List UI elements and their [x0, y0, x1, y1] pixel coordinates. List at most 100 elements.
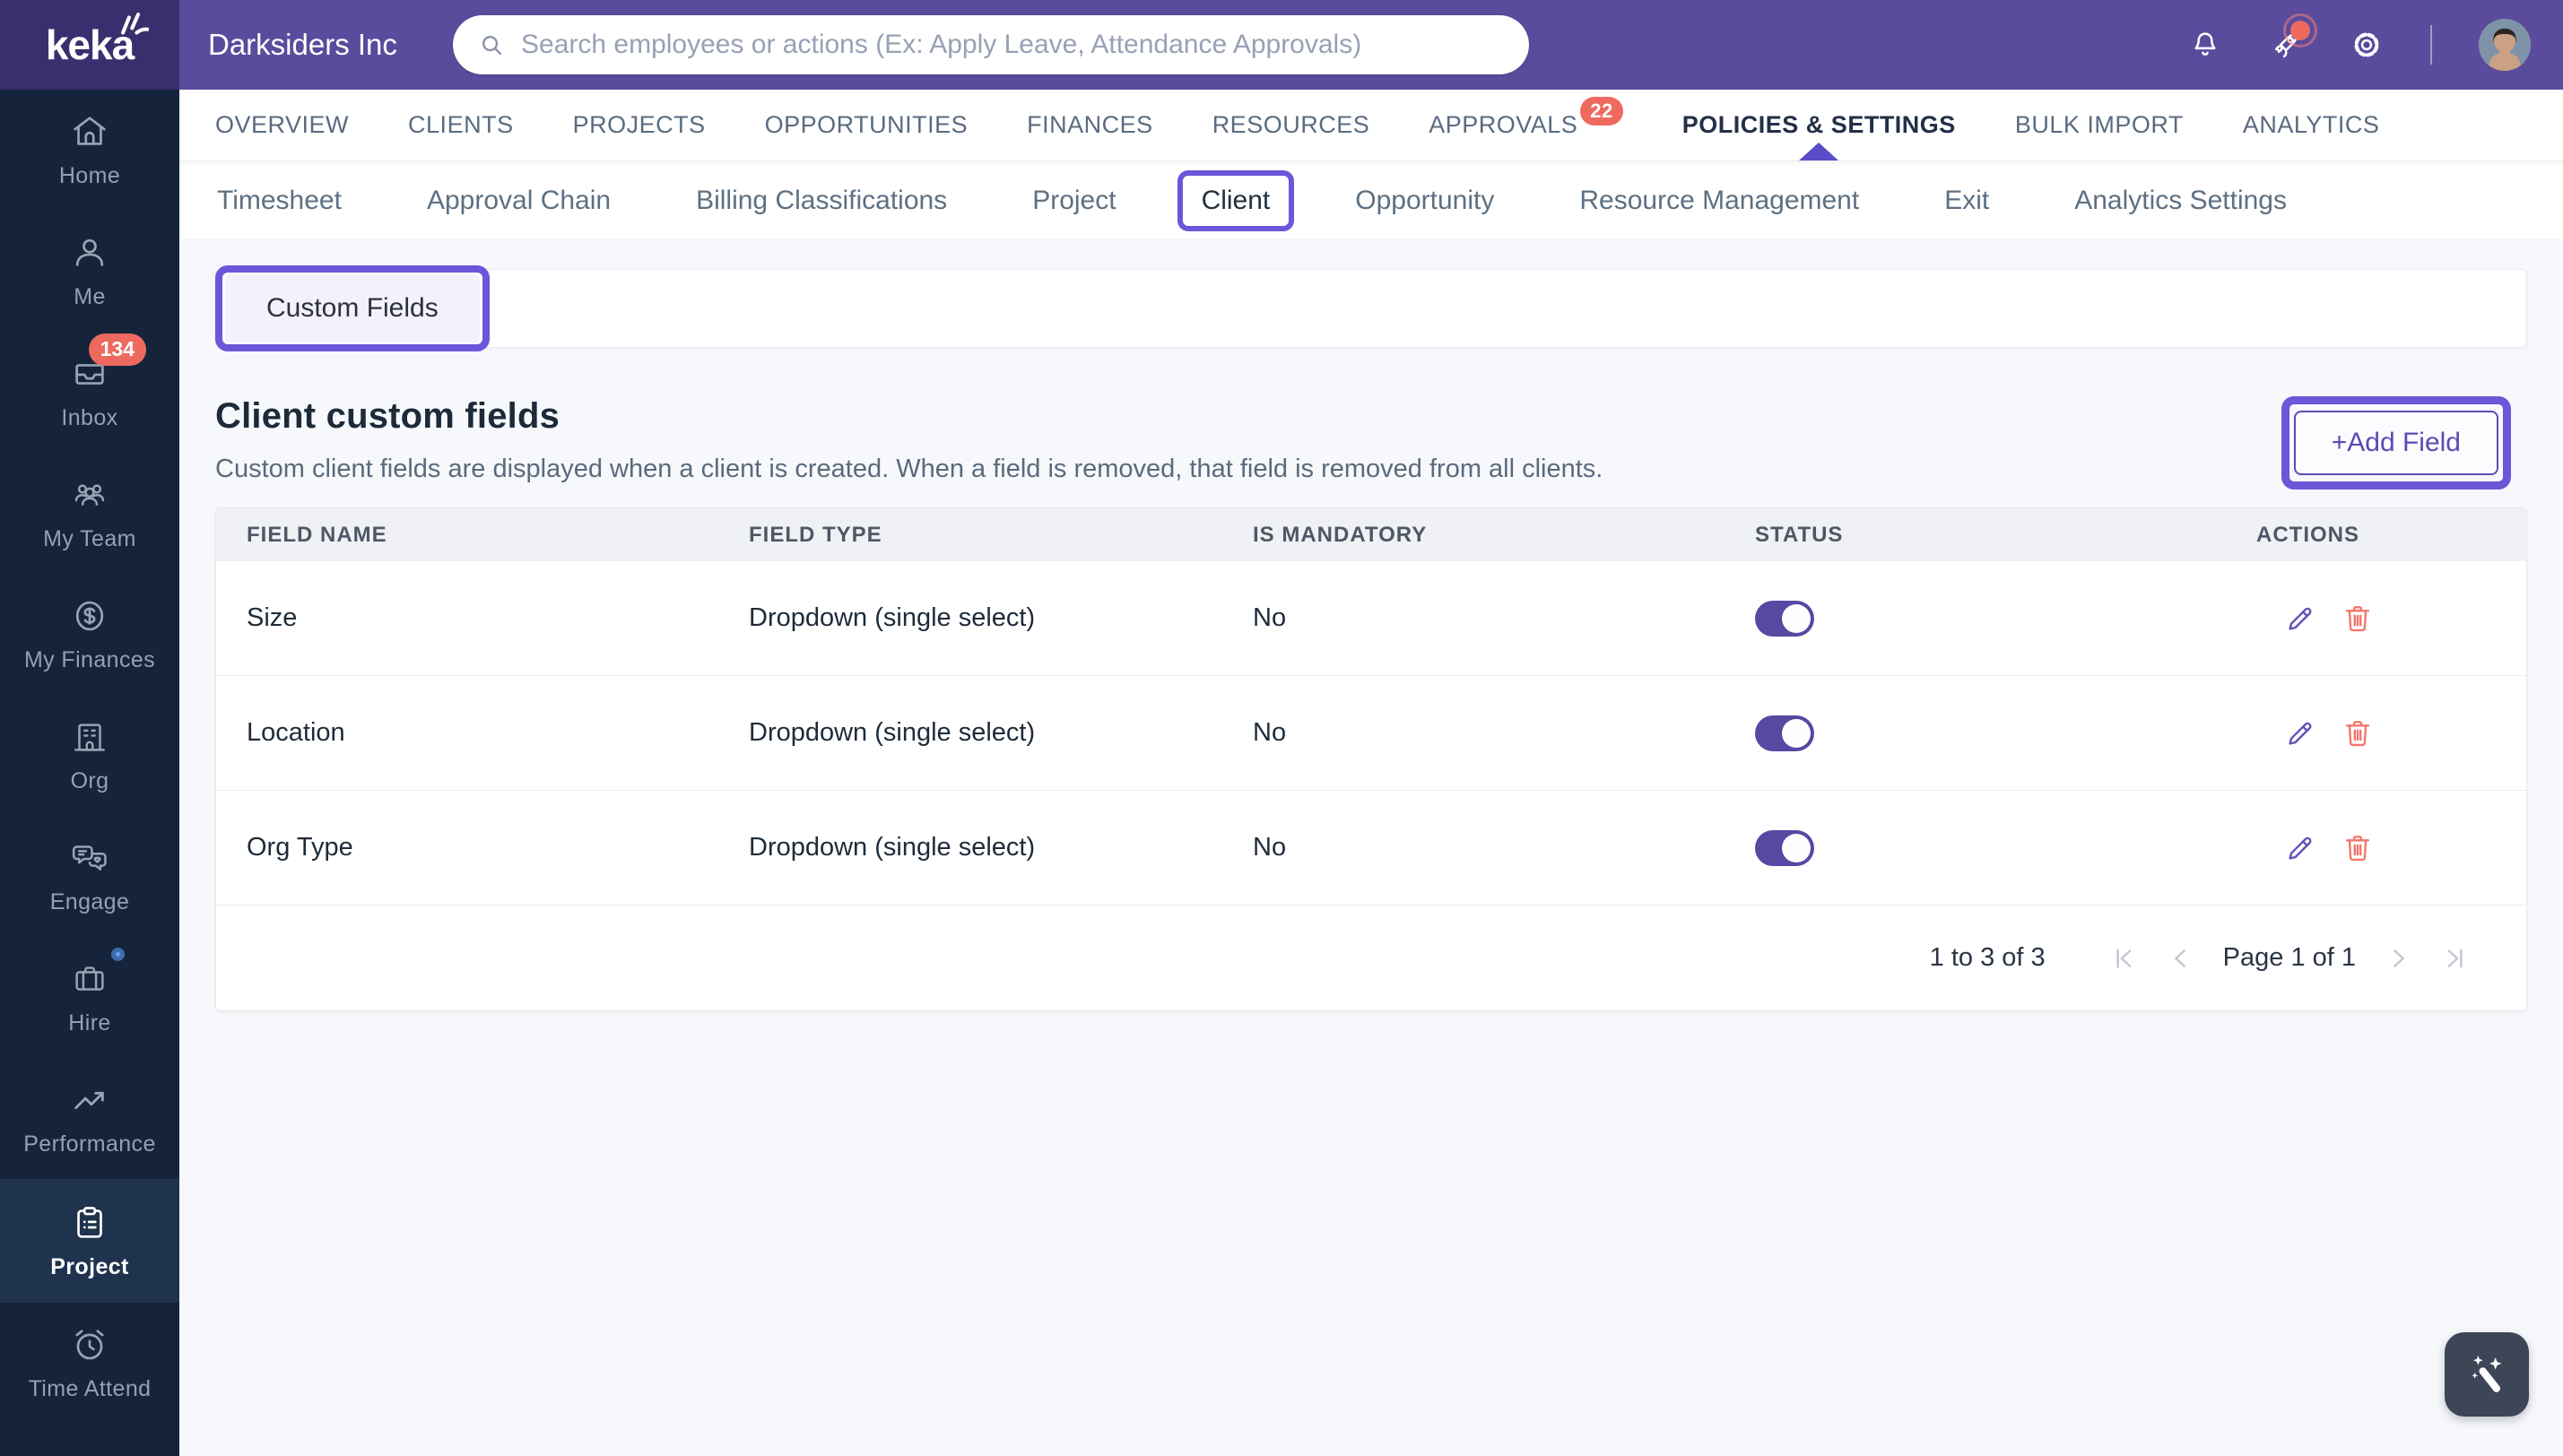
toggle-knob: [1782, 833, 1811, 862]
tab-overview[interactable]: OVERVIEW: [215, 90, 349, 160]
edit-pencil-icon[interactable]: [2283, 831, 2317, 865]
keka-logo[interactable]: keka: [0, 0, 179, 90]
tab-label: OVERVIEW: [215, 111, 350, 138]
col-is-mandatory: IS MANDATORY: [1253, 522, 1428, 547]
sidebar-item-org[interactable]: Org: [0, 695, 179, 816]
tab-policies-settings[interactable]: POLICIES & SETTINGS: [1682, 90, 1956, 160]
main-area: OVERVIEW CLIENTS PROJECTS OPPORTUNITIES …: [179, 90, 2563, 1456]
tab-custom-fields[interactable]: Custom Fields: [215, 265, 490, 351]
sidebar-item-me[interactable]: Me: [0, 211, 179, 332]
top-actions: [2188, 0, 2531, 90]
delete-trash-icon[interactable]: [2341, 716, 2375, 750]
is-mandatory-cell: No: [1253, 603, 1287, 632]
tab-label: BULK IMPORT: [2014, 111, 2184, 138]
toggle-knob: [1782, 603, 1811, 633]
sidebar-item-label: My Team: [43, 526, 136, 551]
building-icon: [69, 716, 110, 758]
tab-opportunities[interactable]: OPPORTUNITIES: [765, 90, 969, 160]
sidebar-item-label: Inbox: [61, 405, 118, 430]
rocket-icon[interactable]: [2269, 13, 2317, 62]
tab-label: FINANCES: [1027, 111, 1153, 138]
magic-wand-fab[interactable]: [2445, 1332, 2529, 1417]
sidebar-item-my-team[interactable]: My Team: [0, 453, 179, 574]
col-field-name: FIELD NAME: [247, 522, 387, 547]
sidebar-item-inbox[interactable]: 134 Inbox: [0, 332, 179, 453]
sidebar-item-label: Project: [50, 1253, 129, 1279]
home-icon: [69, 111, 110, 152]
subtab-approval-chain[interactable]: Approval Chain: [427, 186, 611, 216]
table-row: Location Dropdown (single select) No: [216, 676, 2526, 791]
sidebar-item-label: My Finances: [23, 647, 156, 672]
sidebar-item-engage[interactable]: Engage: [0, 816, 179, 937]
col-status: STATUS: [1755, 522, 1844, 547]
tab-label: APPROVALS: [1429, 111, 1578, 138]
dollar-icon: [69, 595, 110, 637]
edit-pencil-icon[interactable]: [2283, 602, 2317, 636]
edit-pencil-icon[interactable]: [2283, 716, 2317, 750]
subtab-billing-classifications[interactable]: Billing Classifications: [696, 186, 947, 216]
chat-bubbles-icon: [69, 837, 110, 879]
subtab-opportunity[interactable]: Opportunity: [1355, 186, 1494, 216]
gear-icon[interactable]: [2350, 28, 2384, 62]
next-page-icon[interactable]: [2383, 943, 2413, 974]
field-name-cell: Org Type: [247, 833, 353, 862]
subtab-resource-management[interactable]: Resource Management: [1579, 186, 1859, 216]
is-mandatory-cell: No: [1253, 833, 1287, 862]
sidebar-item-hire[interactable]: Hire: [0, 937, 179, 1058]
sidebar-item-label: Hire: [68, 1010, 111, 1036]
global-search[interactable]: [453, 15, 1529, 74]
sidebar-item-label: Me: [74, 284, 106, 309]
tab-bulk-import[interactable]: BULK IMPORT: [2015, 90, 2184, 160]
briefcase-icon: [69, 948, 125, 1000]
status-toggle[interactable]: [1755, 829, 1814, 866]
user-avatar[interactable]: [2479, 19, 2531, 71]
sidebar-item-performance[interactable]: Performance: [0, 1058, 179, 1179]
tab-label: POLICIES & SETTINGS: [1681, 111, 1956, 138]
subtab-client[interactable]: Client: [1177, 169, 1294, 231]
tab-finances[interactable]: FINANCES: [1027, 90, 1153, 160]
trend-up-icon: [69, 1079, 110, 1121]
sidebar-item-home[interactable]: Home: [0, 90, 179, 211]
bell-icon[interactable]: [2188, 28, 2222, 62]
custom-fields-table: FIELD NAME FIELD TYPE IS MANDATORY STATU…: [215, 507, 2527, 1011]
clipboard-icon: [69, 1202, 110, 1244]
page-title: Client custom fields: [215, 396, 560, 436]
sidebar-item-my-finances[interactable]: My Finances: [0, 574, 179, 695]
table-row: Size Dropdown (single select) No: [216, 561, 2526, 676]
last-page-icon[interactable]: [2440, 943, 2471, 974]
approvals-count-badge: 22: [1580, 96, 1623, 126]
delete-trash-icon[interactable]: [2341, 831, 2375, 865]
sidebar-item-project[interactable]: Project: [0, 1179, 179, 1303]
first-page-icon[interactable]: [2108, 943, 2139, 974]
alarm-clock-icon: [69, 1324, 110, 1365]
pagination-page: Page 1 of 1: [2222, 943, 2356, 972]
prev-page-icon[interactable]: [2166, 943, 2196, 974]
sidebar-item-time-attend[interactable]: Time Attend: [0, 1303, 179, 1424]
add-field-button[interactable]: +Add Field: [2281, 396, 2512, 490]
logo-sparks-icon: [121, 13, 149, 35]
tab-label: PROJECTS: [572, 111, 706, 138]
subtab-timesheet[interactable]: Timesheet: [217, 186, 342, 216]
tab-projects[interactable]: PROJECTS: [573, 90, 706, 160]
tab-label: RESOURCES: [1212, 111, 1370, 138]
tab-approvals[interactable]: APPROVALS 22: [1429, 90, 1623, 160]
tab-resources[interactable]: RESOURCES: [1212, 90, 1370, 160]
tab-analytics[interactable]: ANALYTICS: [2243, 90, 2380, 160]
is-mandatory-cell: No: [1253, 718, 1287, 747]
subtab-analytics-settings[interactable]: Analytics Settings: [2074, 186, 2287, 216]
inbox-count-badge: 134: [88, 334, 146, 366]
delete-trash-icon[interactable]: [2341, 602, 2375, 636]
toggle-knob: [1782, 718, 1811, 748]
search-input[interactable]: [521, 30, 1506, 60]
status-toggle[interactable]: [1755, 715, 1814, 751]
sidebar-item-label: Time Attend: [28, 1376, 152, 1401]
person-icon: [69, 232, 110, 273]
main-nav: OVERVIEW CLIENTS PROJECTS OPPORTUNITIES …: [179, 90, 2563, 161]
status-toggle[interactable]: [1755, 600, 1814, 637]
team-icon: [69, 474, 110, 516]
subtab-project[interactable]: Project: [1032, 186, 1116, 216]
sidebar-item-label: Home: [58, 163, 121, 188]
tab-clients[interactable]: CLIENTS: [408, 90, 514, 160]
subtab-exit[interactable]: Exit: [1944, 186, 1989, 216]
table-header-row: FIELD NAME FIELD TYPE IS MANDATORY STATU…: [216, 508, 2526, 561]
